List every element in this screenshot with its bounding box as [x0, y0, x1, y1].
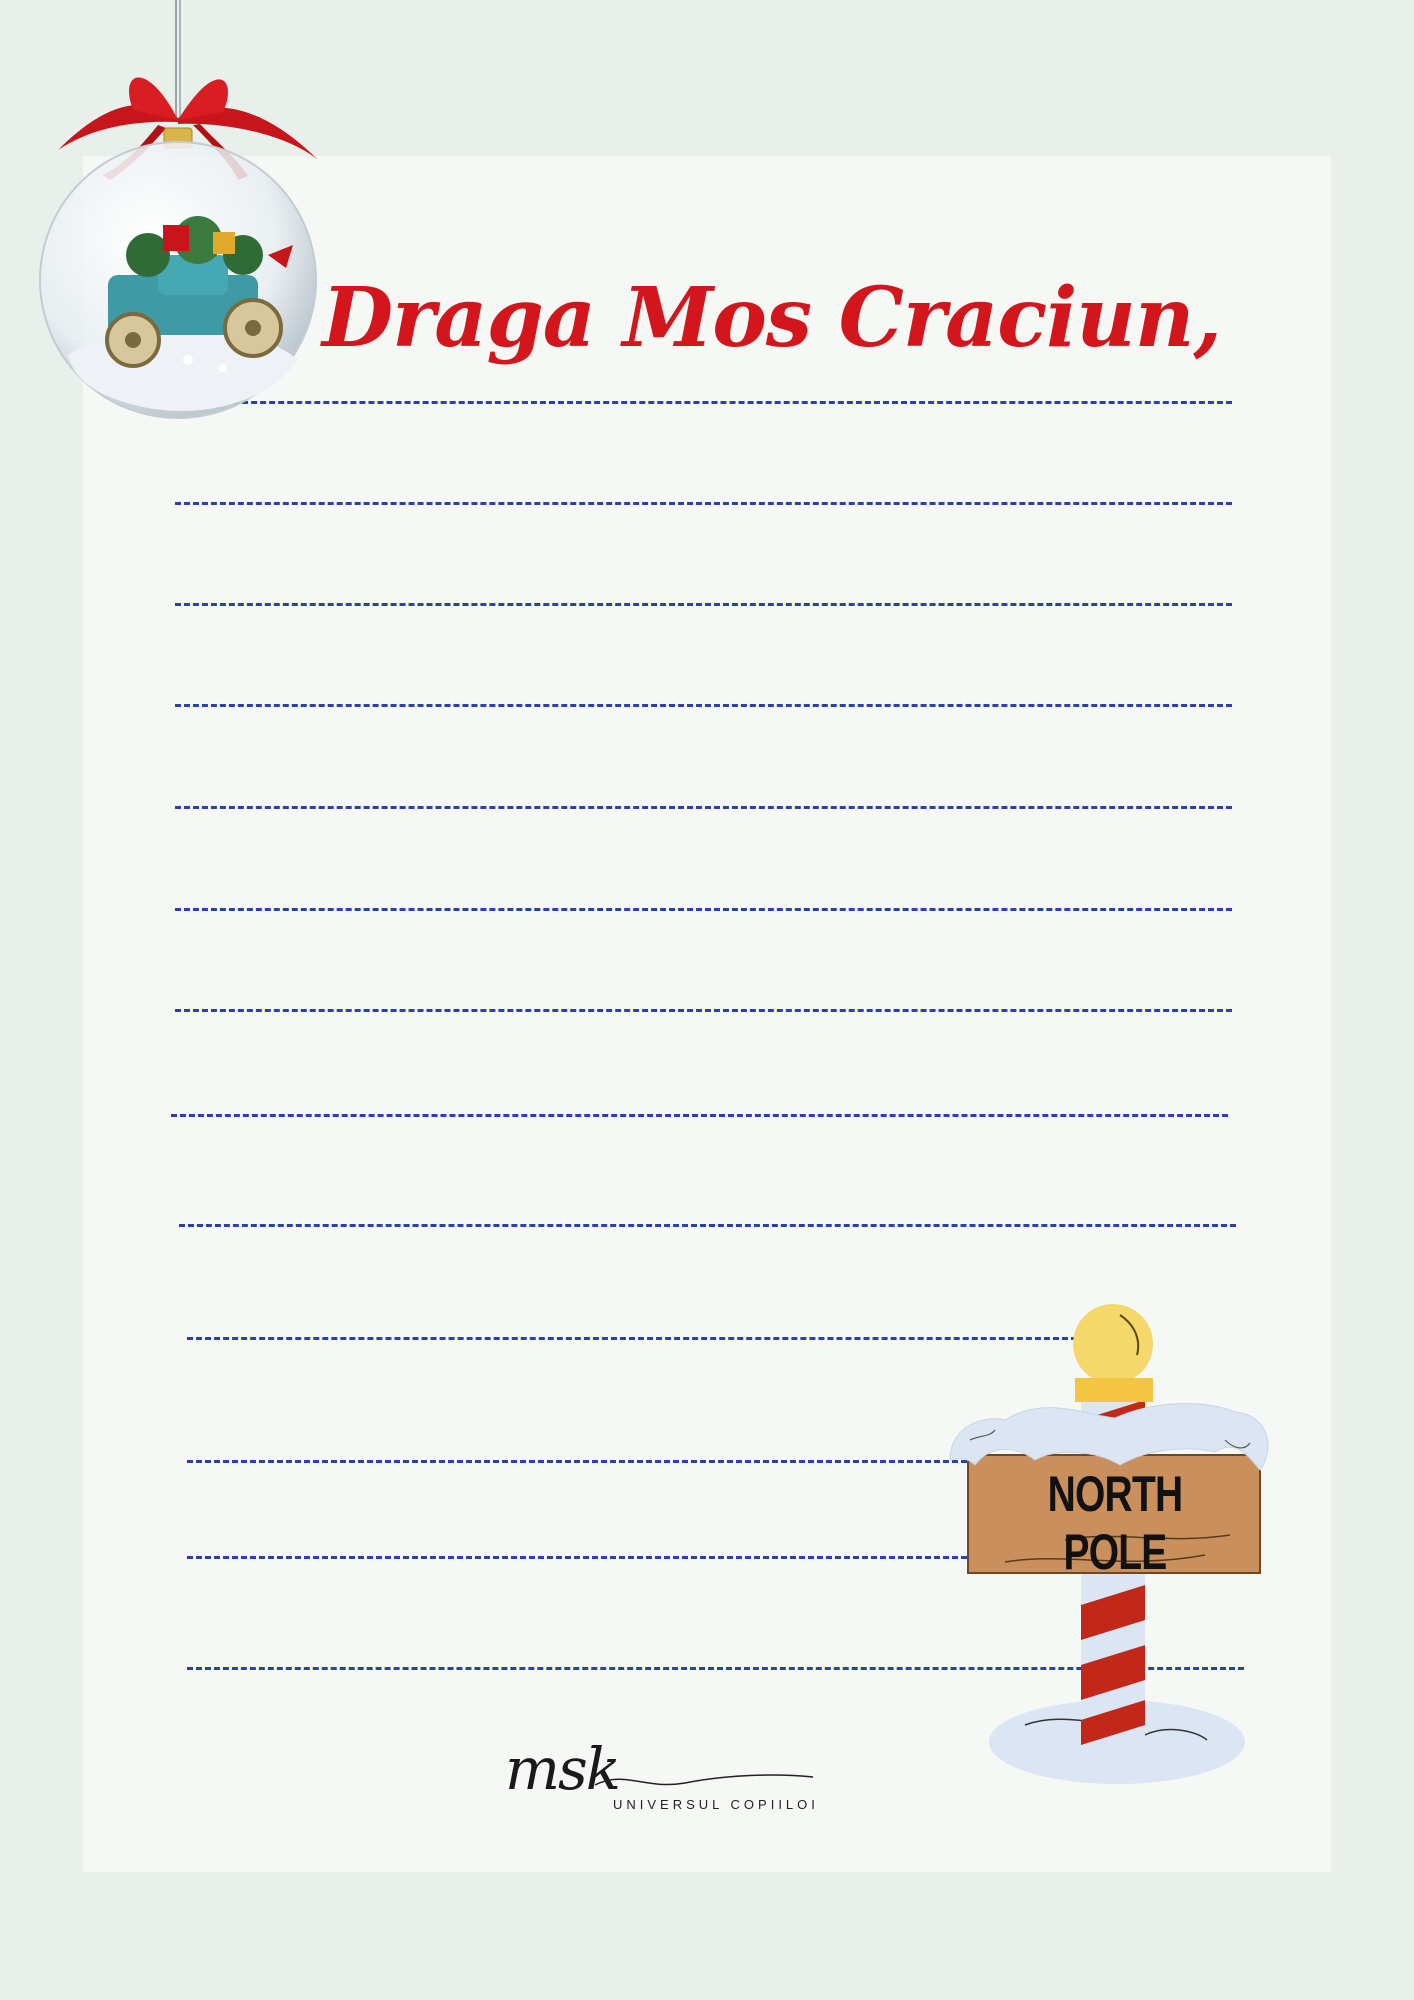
- writing-line[interactable]: [175, 502, 1232, 505]
- writing-line[interactable]: [187, 1337, 1077, 1340]
- writing-line[interactable]: [175, 806, 1232, 809]
- writing-line[interactable]: [215, 401, 1232, 404]
- writing-line[interactable]: [171, 1114, 1228, 1117]
- writing-line[interactable]: [175, 1009, 1232, 1012]
- letter-greeting: Draga Mos Craciun,: [322, 270, 1222, 366]
- brand-logo: msk UNIVERSUL COPIILOI: [505, 1735, 815, 1825]
- christmas-ornament-icon: [39, 0, 318, 419]
- writing-line[interactable]: [175, 704, 1232, 707]
- logo-tagline: UNIVERSUL COPIILOI: [613, 1797, 819, 1812]
- north-pole-sign-label: NORTH POLE: [1047, 1466, 1184, 1580]
- writing-line[interactable]: [187, 1460, 967, 1463]
- writing-line[interactable]: [179, 1224, 1236, 1227]
- logo-swoosh-icon: [595, 1774, 814, 1786]
- writing-line[interactable]: [175, 603, 1232, 606]
- writing-line[interactable]: [175, 908, 1232, 911]
- writing-line[interactable]: [187, 1556, 967, 1559]
